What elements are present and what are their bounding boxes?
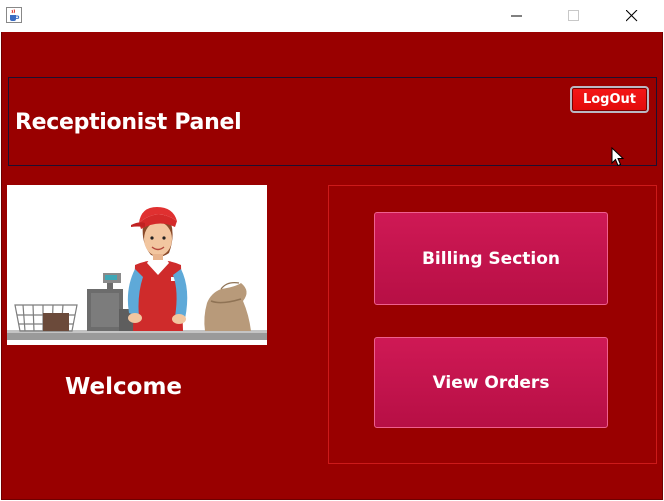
page-title: Receptionist Panel xyxy=(15,110,242,135)
welcome-label: Welcome xyxy=(65,374,183,400)
logout-button[interactable]: LogOut xyxy=(570,86,649,113)
billing-section-button[interactable]: Billing Section xyxy=(374,212,608,305)
minimize-button[interactable] xyxy=(494,0,540,32)
java-cup-icon xyxy=(6,7,22,23)
cashier-illustration xyxy=(7,185,267,345)
window-titlebar xyxy=(0,0,664,32)
minimize-icon xyxy=(511,15,522,17)
maximize-icon xyxy=(568,10,579,21)
close-button[interactable] xyxy=(609,0,655,32)
close-icon xyxy=(626,10,638,22)
mouse-cursor-icon xyxy=(611,147,625,167)
maximize-button[interactable] xyxy=(551,0,597,32)
view-orders-button[interactable]: View Orders xyxy=(374,337,608,428)
